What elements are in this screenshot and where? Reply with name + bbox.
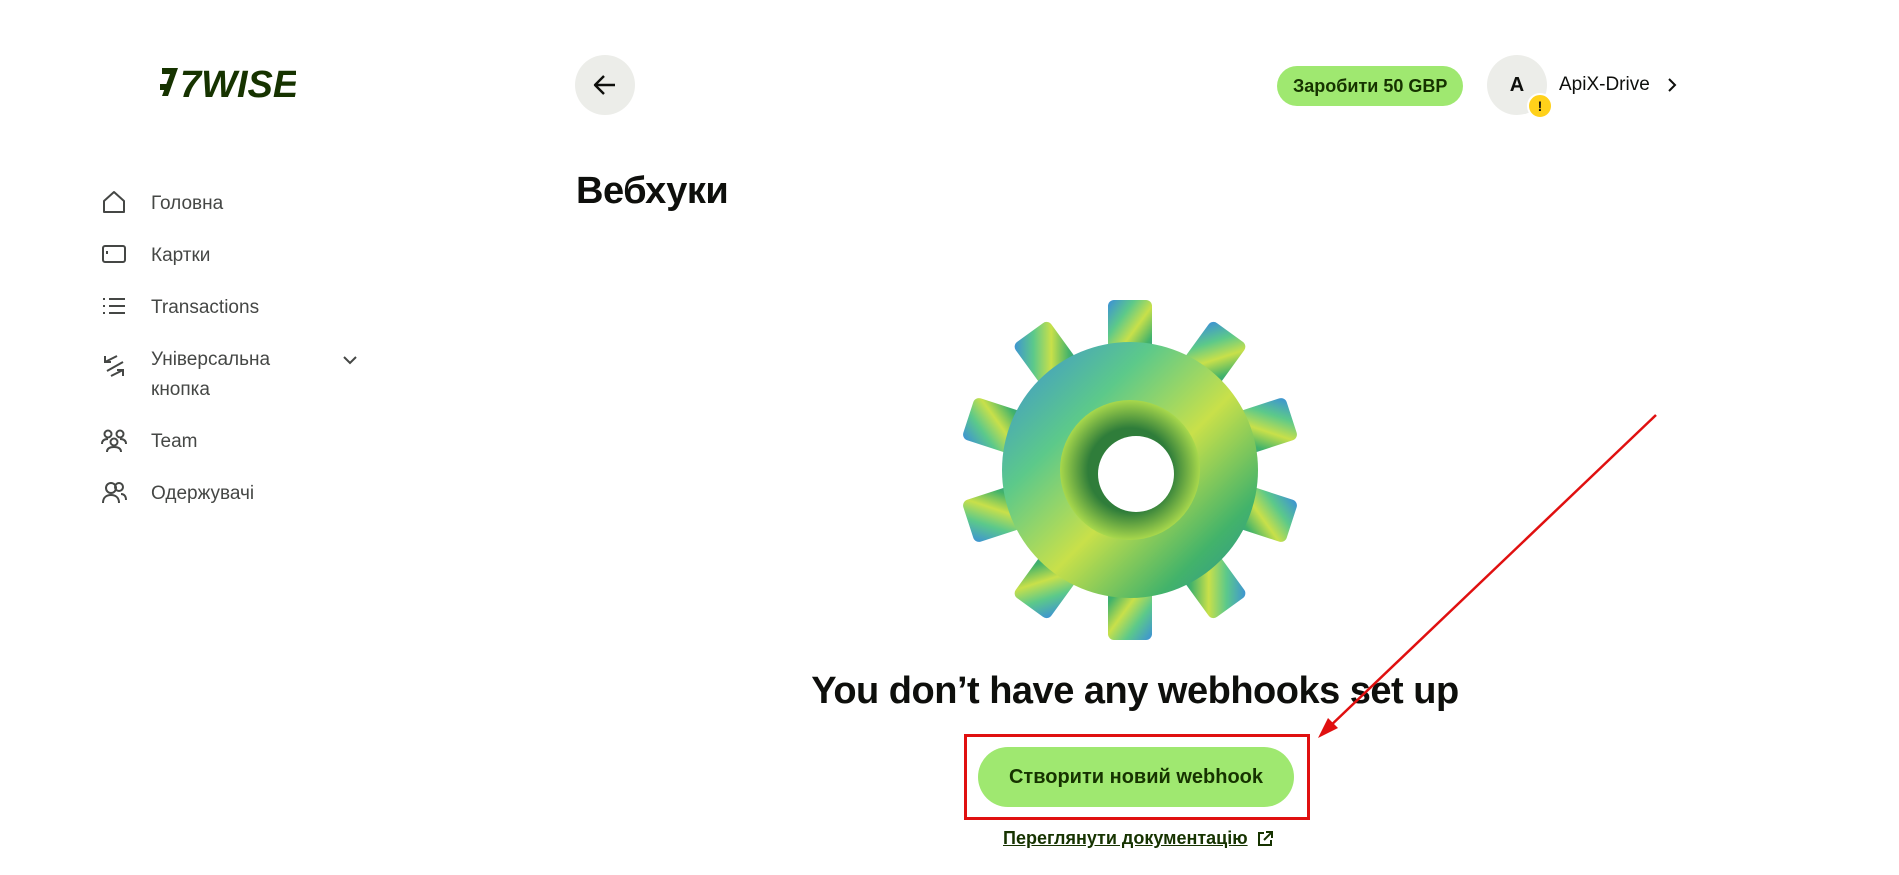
- annotation-highlight-box: [964, 734, 1310, 820]
- avatar-initial: A: [1509, 73, 1525, 96]
- convert-arrows-icon: [101, 353, 127, 379]
- sidebar-item-transactions[interactable]: Transactions: [101, 282, 361, 334]
- sidebar-item-label: Transactions: [151, 297, 260, 318]
- team-icon: [101, 427, 127, 453]
- earn-referral-button[interactable]: Заробити 50 GBP: [1277, 66, 1464, 106]
- sidebar-nav: Головна Картки Transactions Універсальна…: [101, 178, 361, 520]
- sidebar-item-label: Картки: [151, 245, 211, 266]
- recipients-icon: [101, 479, 127, 505]
- list-icon: [101, 293, 127, 319]
- sidebar-item-label: Одержувачі: [151, 483, 255, 504]
- documentation-link-label: Переглянути документацію: [1003, 828, 1248, 848]
- card-icon: [101, 241, 127, 267]
- page-title: Вебхуки: [576, 170, 729, 212]
- home-icon: [101, 189, 127, 215]
- gear-illustration-icon: [963, 300, 1297, 640]
- back-button[interactable]: [575, 55, 635, 115]
- avatar[interactable]: A !: [1487, 55, 1553, 119]
- sidebar-item-recipients[interactable]: Одержувачі: [101, 468, 361, 520]
- sidebar-item-universal-button[interactable]: Універсальна кнопка: [101, 334, 361, 416]
- sidebar-item-home[interactable]: Головна: [101, 178, 361, 230]
- wise-logo[interactable]: 7WISE: [160, 62, 296, 104]
- sidebar-item-cards[interactable]: Картки: [101, 230, 361, 282]
- sidebar-item-team[interactable]: Team: [101, 416, 361, 468]
- sidebar-item-label: Team: [151, 431, 198, 452]
- logo-text: 7WISE: [180, 64, 296, 104]
- sidebar-item-label: Головна: [151, 193, 224, 214]
- sidebar-item-label: Універсальна кнопка: [151, 349, 271, 400]
- account-menu[interactable]: A ! ApiX-Drive: [1487, 55, 1680, 119]
- chevron-down-icon[interactable]: [339, 349, 361, 371]
- external-link-icon: [1257, 830, 1273, 846]
- chevron-right-icon: [1668, 78, 1677, 92]
- arrow-left-icon: [593, 75, 615, 95]
- documentation-link[interactable]: Переглянути документацію: [1003, 828, 1274, 849]
- account-name: ApiX-Drive: [1559, 74, 1650, 95]
- warning-badge-icon: !: [1527, 93, 1553, 119]
- empty-state-title: You don’t have any webhooks set up: [811, 670, 1459, 712]
